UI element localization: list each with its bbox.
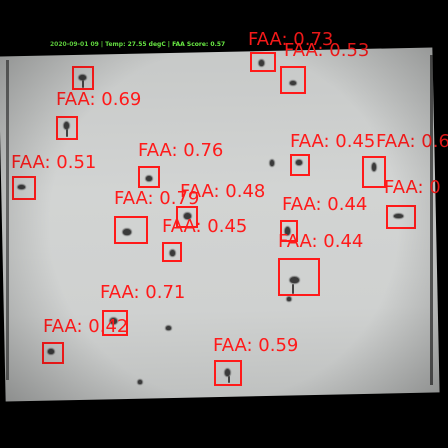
detection-box (56, 116, 78, 140)
larva (287, 297, 291, 301)
score-label: FAA: 0.71 (100, 282, 186, 303)
plate-left-edge (6, 60, 9, 380)
larva (138, 380, 142, 384)
larva (166, 326, 171, 330)
score-label: FAA: 0.79 (114, 188, 200, 209)
detection-box (162, 242, 182, 262)
score-label: FAA: 0.44 (278, 231, 364, 252)
score-label: FAA: 0.45 (290, 131, 376, 152)
score-label: FAA: 0.44 (282, 194, 368, 215)
detection-box (280, 66, 306, 94)
detection-box (214, 360, 242, 386)
overlay-text: 2020-09-01 09 | Temp: 27.55 degC | FAA S… (50, 41, 226, 48)
score-label: FAA: 0.76 (138, 140, 224, 161)
plate-right-edge (430, 55, 433, 385)
detection-box (72, 66, 94, 90)
score-label: FAA: 0 (384, 179, 441, 197)
detection-box (278, 258, 320, 296)
detection-box (250, 52, 276, 72)
score-label: FAA: 0.51 (11, 152, 97, 173)
detection-box (362, 156, 386, 188)
score-label: FAA: 0.53 (284, 40, 370, 61)
image-canvas: 2020-09-01 09 | Temp: 27.55 degC | FAA S… (0, 0, 448, 448)
score-label: FAA: 0.62 (376, 131, 448, 152)
detection-box (290, 154, 310, 176)
score-label: FAA: 0.42 (43, 316, 129, 337)
larva (270, 160, 274, 166)
score-label: FAA: 0.59 (213, 335, 299, 356)
score-label: FAA: 0.45 (162, 216, 248, 237)
score-label: FAA: 0.69 (56, 89, 142, 110)
detection-box (12, 176, 36, 200)
detection-box (386, 205, 416, 229)
detection-box (114, 216, 148, 244)
detection-box (42, 342, 64, 364)
detection-box (138, 166, 160, 188)
